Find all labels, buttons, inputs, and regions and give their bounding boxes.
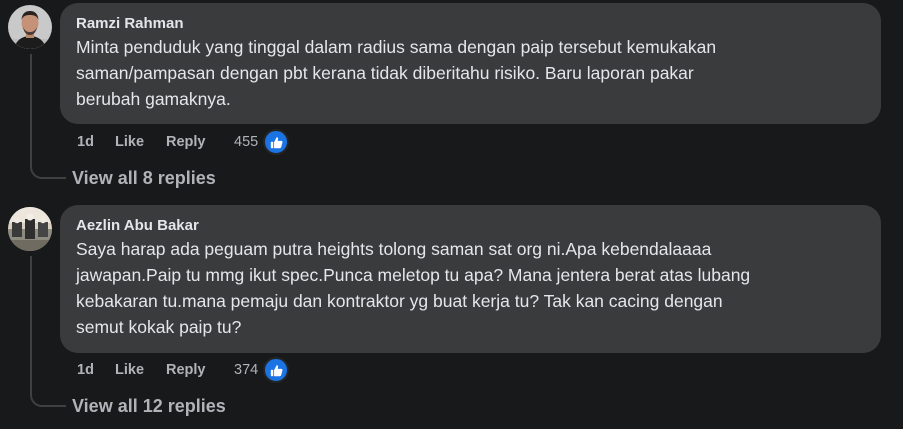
reply-thread-line	[30, 54, 32, 163]
reaction-count[interactable]: 374	[234, 359, 258, 381]
like-button[interactable]: Like	[115, 131, 144, 153]
like-thumbs-up-icon[interactable]	[263, 357, 289, 383]
comment-bubble: Aezlin Abu Bakar Saya harap ada peguam p…	[60, 205, 881, 353]
avatar[interactable]	[8, 5, 52, 49]
view-replies-link[interactable]: View all 8 replies	[72, 166, 216, 190]
avatar[interactable]	[8, 207, 52, 251]
avatar-photo	[8, 5, 52, 49]
reaction-count[interactable]: 455	[234, 131, 258, 153]
reply-thread-line	[30, 256, 32, 391]
comment-author[interactable]: Ramzi Rahman	[76, 14, 865, 34]
comment-thread: Ramzi Rahman Minta penduduk yang tinggal…	[0, 0, 903, 429]
comment-text: Saya harap ada peguam putra heights tolo…	[76, 239, 751, 337]
comment-text: Minta penduduk yang tinggal dalam radius…	[76, 37, 717, 109]
comment-author[interactable]: Aezlin Abu Bakar	[76, 216, 865, 236]
reply-thread-curve	[30, 163, 66, 179]
reply-button[interactable]: Reply	[166, 131, 206, 153]
reply-button[interactable]: Reply	[166, 359, 206, 381]
like-thumbs-up-icon[interactable]	[263, 129, 289, 155]
comment-actions: 1d Like Reply 374	[77, 357, 297, 383]
comment-timestamp[interactable]: 1d	[77, 131, 94, 153]
reply-thread-curve	[30, 391, 66, 407]
like-button[interactable]: Like	[115, 359, 144, 381]
comment-bubble: Ramzi Rahman Minta penduduk yang tinggal…	[60, 3, 881, 124]
comment-timestamp[interactable]: 1d	[77, 359, 94, 381]
avatar-photo	[8, 207, 52, 251]
comment-actions: 1d Like Reply 455	[77, 129, 297, 155]
view-replies-link[interactable]: View all 12 replies	[72, 394, 226, 418]
